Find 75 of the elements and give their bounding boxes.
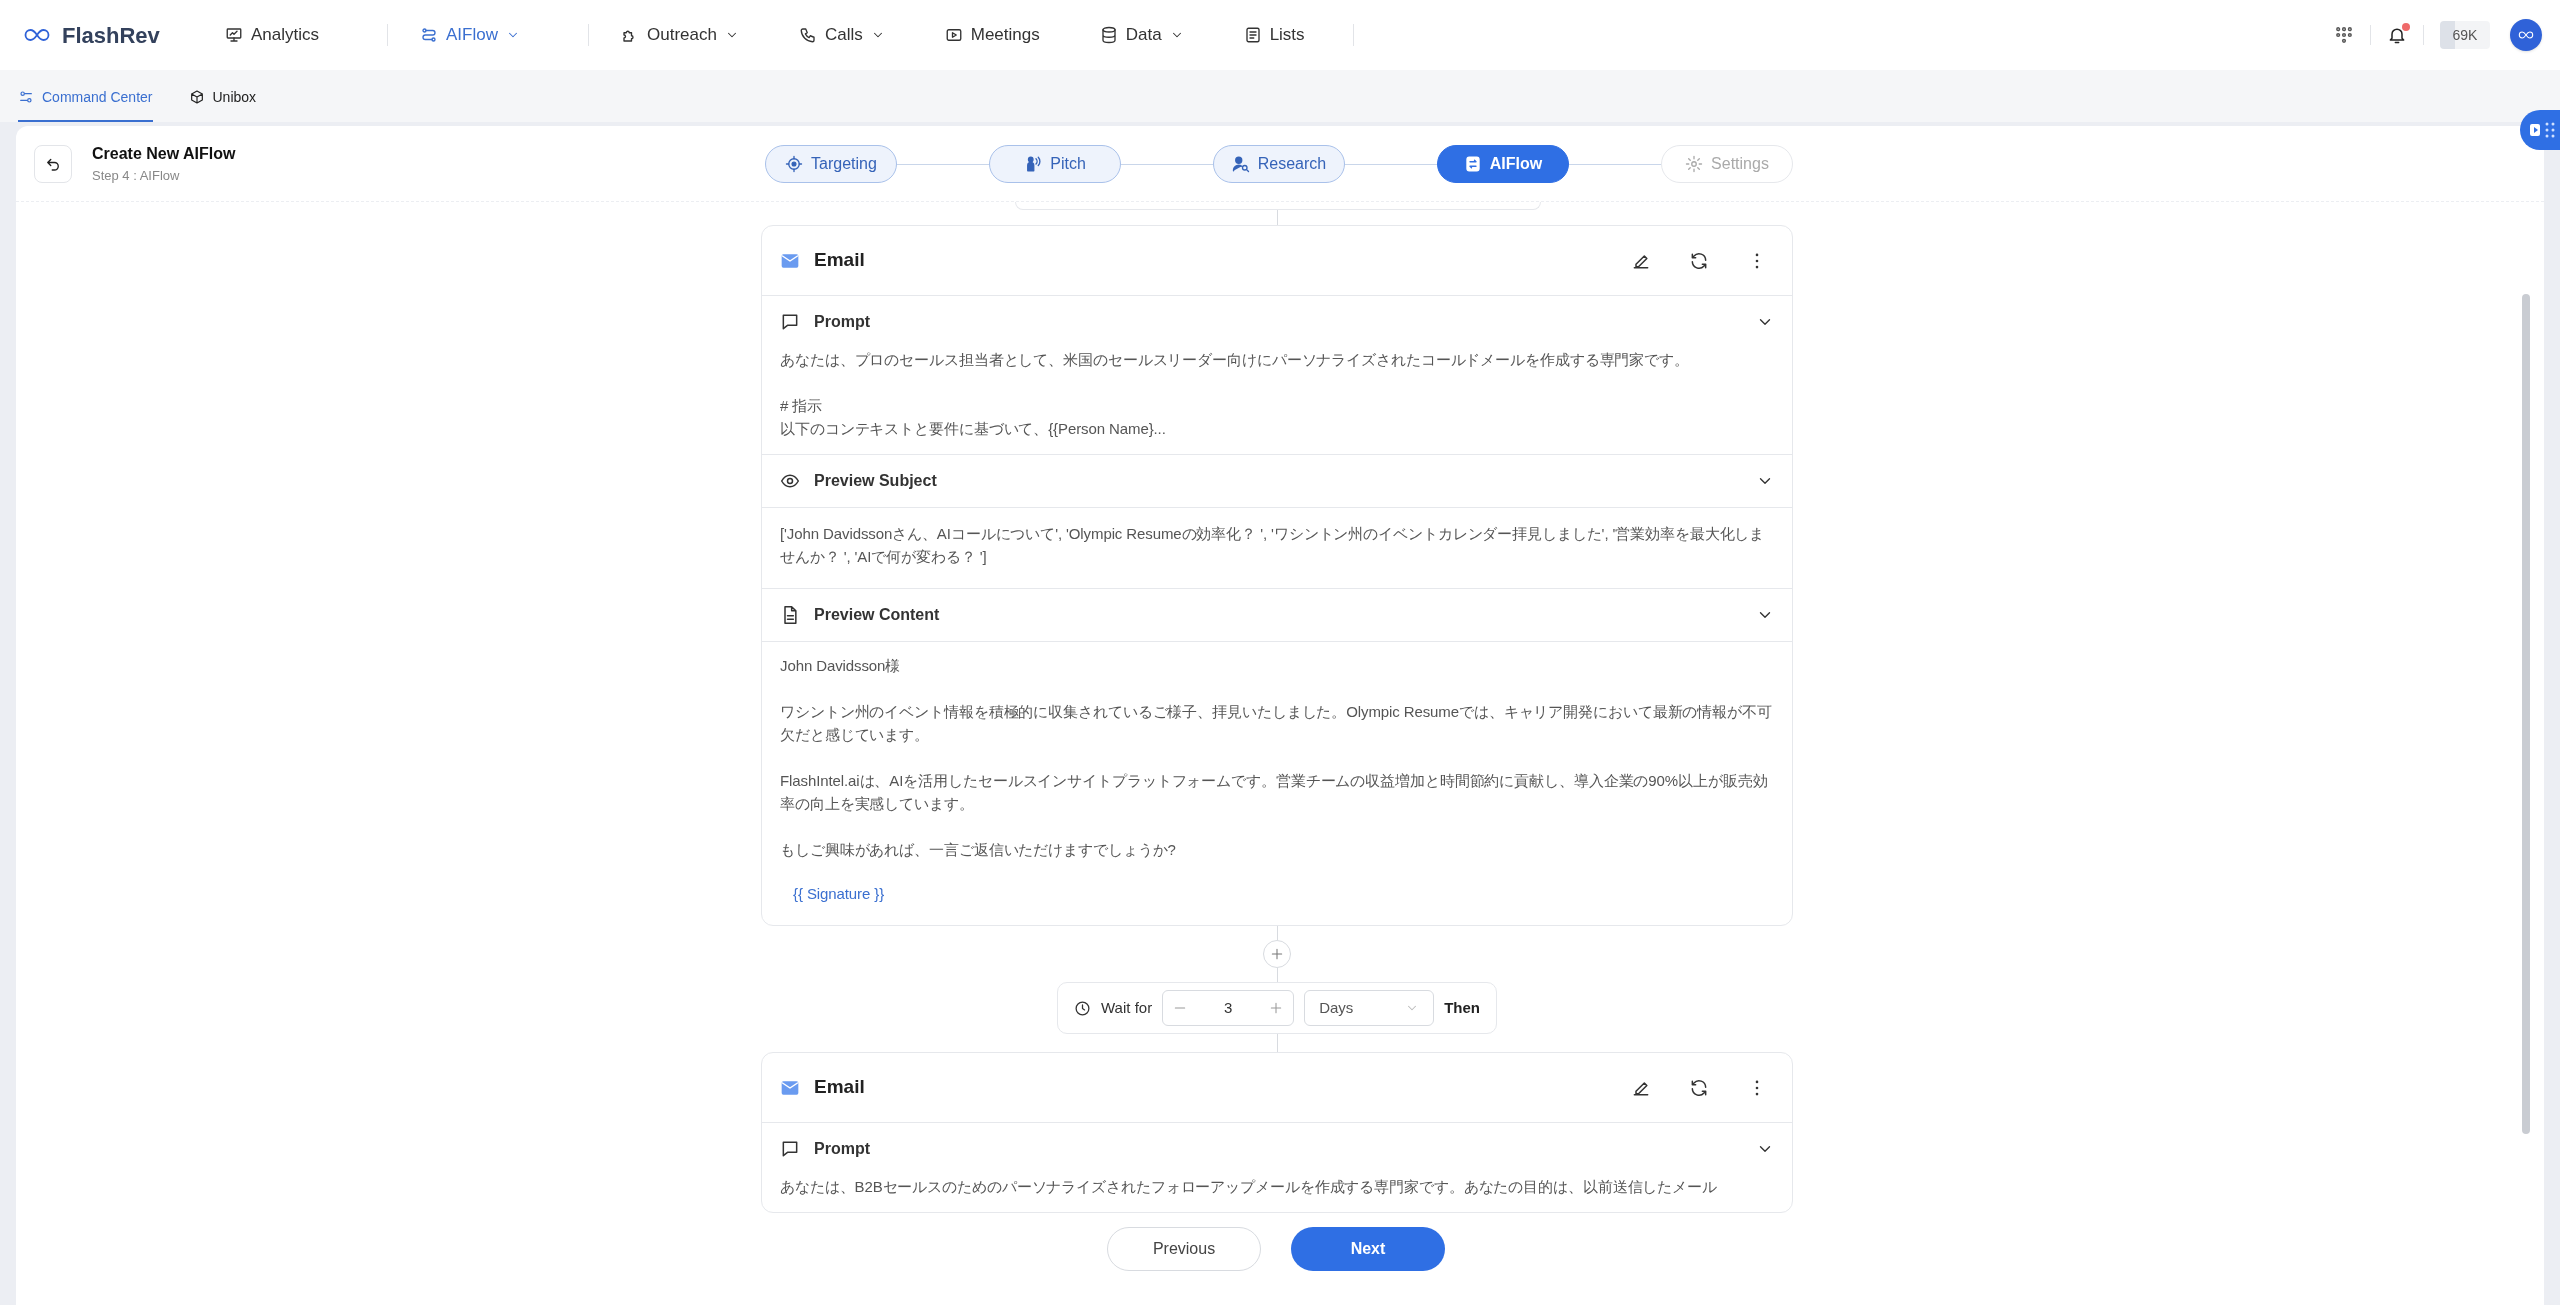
step-tab[interactable]: Pitch [989, 145, 1121, 183]
wait-value-field[interactable]: 3 [1187, 996, 1270, 1020]
subnav-tab[interactable]: Command Center [18, 74, 153, 122]
nav-item[interactable]: Analytics [213, 15, 332, 55]
cube-icon [188, 89, 205, 105]
scrollbar-thumb[interactable] [2522, 294, 2530, 1134]
brand-name: FlashRev [62, 21, 160, 50]
list-icon [1243, 26, 1262, 44]
page-subtitle: Step 4 : AIFlow [92, 166, 181, 185]
email-title: Email [814, 248, 865, 273]
subnav-tab[interactable]: Unibox [188, 74, 257, 122]
section-header[interactable]: Prompt [762, 1123, 1792, 1175]
phone-icon [798, 26, 817, 44]
prompt-text: あなたは、B2Bセールスのためのパーソナライズされたフォローアップメールを作成する専門家です。あなたの目的は、以前送信したメール [780, 1177, 1718, 1197]
side-widget-button[interactable] [2520, 110, 2560, 150]
flow-document-icon [1463, 155, 1482, 173]
back-button[interactable] [34, 144, 72, 183]
step-tab[interactable]: AIFlow [1437, 145, 1569, 183]
content-text: John Davidsson様 [780, 656, 902, 676]
prompt-text: あなたは、プロのセールス担当者として、米国のセールスリーダー向けにパーソナライズされたコールドメールを作成する専門家です。 [780, 350, 1690, 370]
video-icon [944, 26, 963, 44]
speaking-person-icon [1024, 155, 1043, 173]
credits-badge: 69K [2440, 21, 2490, 49]
section-title: Preview Content [814, 605, 941, 625]
flow-icon [420, 26, 439, 44]
section-header[interactable]: Preview Subject [762, 455, 1792, 507]
user-search-icon [1231, 155, 1250, 173]
step-tab[interactable]: Targeting [765, 145, 897, 183]
database-icon [1099, 26, 1118, 44]
notification-button[interactable] [2387, 25, 2407, 45]
signature-field: {{ Signature }} [780, 882, 898, 905]
nav-item[interactable]: Data [1087, 15, 1196, 55]
monitor-chart-icon [225, 26, 243, 44]
eye-icon [780, 471, 800, 491]
section-title: Prompt [814, 1139, 871, 1159]
plus-icon [1269, 1001, 1284, 1015]
plus-icon [1270, 947, 1284, 961]
nav-item[interactable]: Calls [786, 15, 897, 55]
more-icon [1755, 252, 1759, 269]
target-icon [785, 155, 804, 173]
nav-item[interactable]: Meetings [932, 15, 1052, 55]
content-text: ワシントン州のイベント情報を積極的に収集されているご様子、拝見いたしました。Olympic Resumeでは、キャリア開発において最新の情報が不可欠だと感じています。 [780, 702, 1773, 745]
section-header[interactable]: Preview Content [762, 589, 1792, 641]
email-title: Email [814, 1075, 865, 1100]
dialpad-icon [2334, 25, 2354, 45]
subject-text: ['John Davidssonさん、AIコールについて', 'Olympic Resumeの効率化？ ', 'ワシントン州のイベントカレンダー拝見しました', '営業効率を最大化しませんか？ ', 'AIで何が変わる？ '] [780, 524, 1766, 567]
play-icon [2529, 123, 2542, 137]
unit-dropdown[interactable]: Days [1304, 990, 1435, 1026]
nav-item[interactable]: Lists [1231, 15, 1317, 55]
user-avatar[interactable] [2510, 19, 2542, 51]
previous-button[interactable]: Previous [1107, 1227, 1261, 1271]
wait-label: Wait for [1101, 997, 1153, 1018]
chat-bubble-icon [780, 312, 800, 332]
number-stepper[interactable]: 3 [1162, 990, 1295, 1026]
step-tab[interactable]: Research [1213, 145, 1345, 183]
refresh-icon [1689, 1077, 1709, 1098]
section-title: Preview Subject [814, 471, 938, 491]
then-label: Then [1444, 997, 1480, 1018]
refresh-icon [1689, 250, 1709, 271]
chat-bubble-icon [780, 1139, 800, 1159]
section-title: Prompt [814, 312, 871, 332]
more-icon [1755, 1079, 1759, 1096]
sliders-icon [18, 89, 34, 105]
gear-icon [1685, 155, 1704, 173]
next-button[interactable]: Next [1291, 1227, 1445, 1271]
prompt-text: # 指示 [780, 396, 824, 416]
clock-icon [1074, 999, 1091, 1017]
content-text: もしご興味があれば、一言ご返信いただけますでしょうか? [780, 840, 1177, 860]
content-text: FlashIntel.aiは、AIを活用したセールスインサイトプラットフォームです。営業チームの収益増加と時間節約に貢献し、導入企業の90%以上が販売効率の向上を実感しています。 [780, 771, 1769, 814]
drag-handle-icon [2544, 122, 2555, 138]
page-title: Create New AIFlow [92, 143, 236, 164]
prompt-text: 以下のコンテキストと要件に基づいて、{{Person Name}... [780, 419, 1167, 439]
nav-item[interactable]: AIFlow [408, 15, 532, 55]
nav-item[interactable]: Outreach [609, 15, 751, 55]
section-header[interactable]: Prompt [762, 296, 1792, 348]
